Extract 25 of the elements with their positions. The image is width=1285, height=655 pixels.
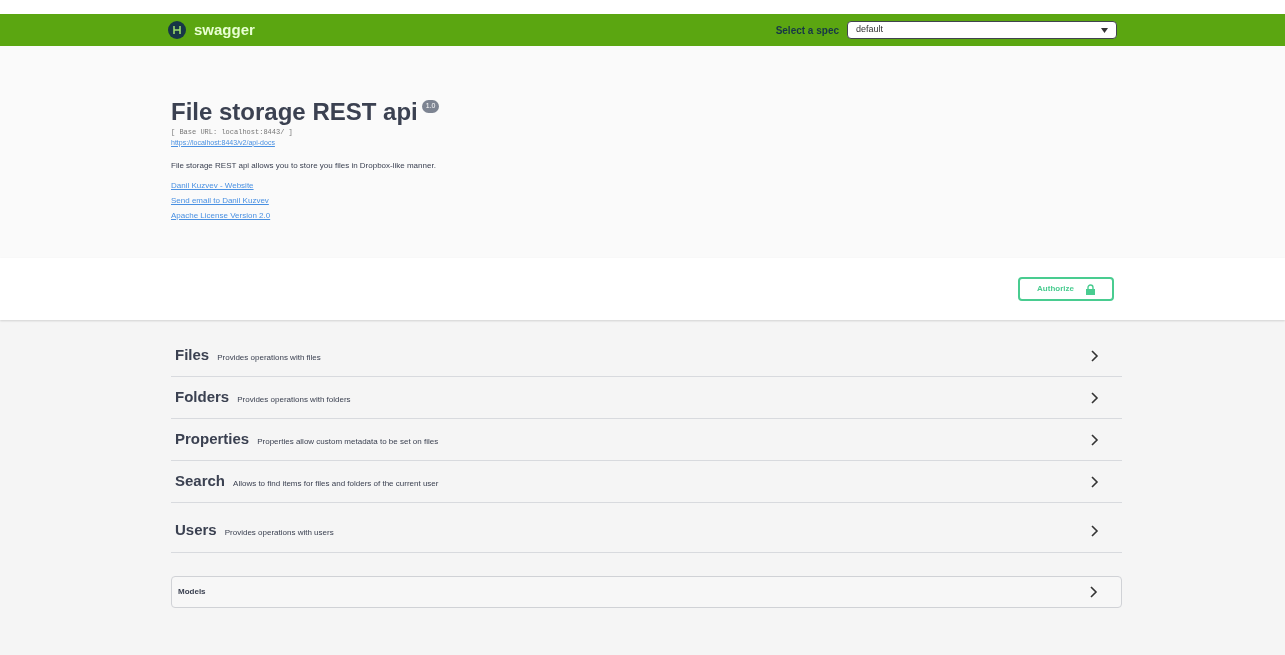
tag-section[interactable]: Search Allows to find items for files and folders of the current user xyxy=(171,461,1122,503)
tag-section[interactable]: Properties Properties allow custom metadata to be set on files xyxy=(171,419,1122,461)
tag-section[interactable]: Folders Provides operations with folders xyxy=(171,377,1122,419)
spec-select[interactable]: default xyxy=(847,21,1117,39)
logo-icon xyxy=(168,21,186,39)
tag-name: Properties xyxy=(175,429,250,450)
tag-name: Folders xyxy=(175,387,230,408)
tag-description: Provides operations with users xyxy=(224,527,334,540)
tag-name: Users xyxy=(175,520,217,541)
spec-label: Select a spec xyxy=(775,23,839,38)
tag-section[interactable]: Files Provides operations with files xyxy=(171,335,1122,377)
models-section[interactable]: Models xyxy=(171,576,1122,608)
lock-icon xyxy=(1085,283,1095,295)
tag-description: Properties allow custom metadata to be set on files xyxy=(257,436,439,449)
brand-name: swagger xyxy=(194,19,255,40)
tag-description: Provides operations with folders xyxy=(237,394,351,407)
tag-description: Allows to find items for files and folders of the current user xyxy=(233,478,439,491)
api-description: File storage REST api allows you to store you files in Dropbox-like manner. xyxy=(171,160,436,172)
tag-name: Files xyxy=(175,345,210,366)
api-title: File storage REST api xyxy=(171,98,418,126)
tag-name: Search xyxy=(175,471,226,492)
caret-icon xyxy=(1101,27,1108,33)
tag-section[interactable]: Users Provides operations with users xyxy=(171,503,1122,553)
models-title: Models xyxy=(178,586,206,598)
tag-description: Provides operations with files xyxy=(217,352,321,365)
